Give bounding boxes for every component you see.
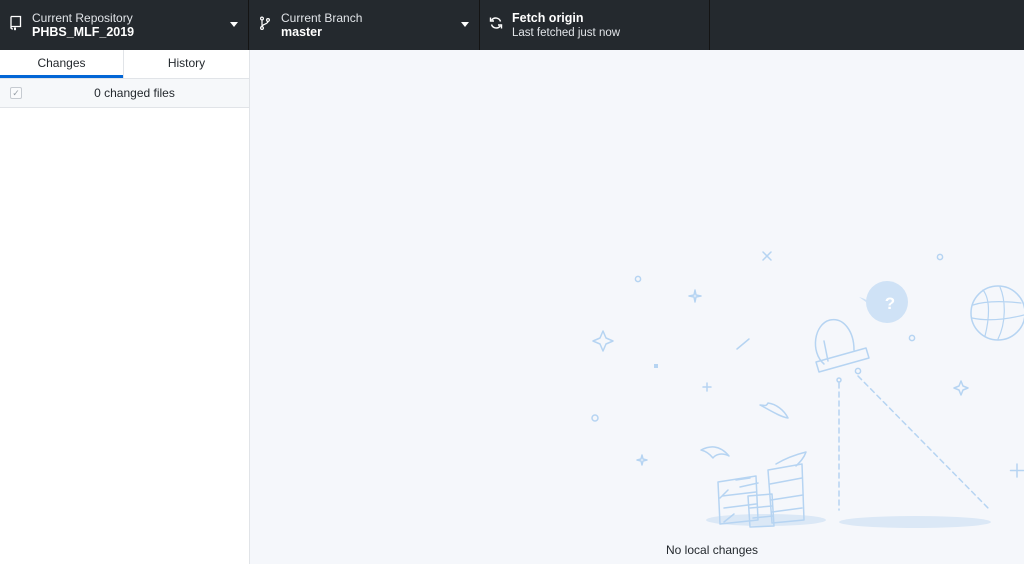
sparkle-icon [953,380,969,396]
dot-icon [591,414,599,422]
dot-icon [634,275,642,283]
branch-label: Current Branch [281,11,363,25]
current-branch-button[interactable]: Current Branch master [249,0,480,50]
plus-icon [702,382,712,392]
no-changes-illustration: ? [591,251,1024,528]
dot-icon [936,253,944,261]
branch-text: Current Branch master [281,11,362,40]
repository-name: PHBS_MLF_2019 [32,25,135,39]
git-branch-icon [259,16,271,31]
close-icon [762,251,772,261]
spotlight-icon [814,318,870,383]
repo-icon [10,15,22,31]
select-all-checkbox[interactable]: ✓ [10,87,22,99]
tab-history[interactable]: History [124,50,249,78]
fetch-origin-button[interactable]: Fetch origin Last fetched just now [480,0,710,50]
sparkle-icon [636,454,648,466]
sync-icon [489,17,503,29]
repository-label: Current Repository [32,11,133,25]
fetch-status: Last fetched just now [512,27,621,39]
fetch-label: Fetch origin [512,11,584,25]
planet-icon [970,285,1024,341]
leaf-icon [759,402,789,419]
fetch-text: Fetch origin Last fetched just now [512,11,620,40]
repository-text: Current Repository PHBS_MLF_2019 [32,11,134,40]
sidebar: Changes History ✓ 0 changed files [0,50,250,564]
dot-icon [908,334,916,342]
dot-icon [654,364,658,368]
current-repository-button[interactable]: Current Repository PHBS_MLF_2019 [0,0,249,50]
sparkle-icon [688,289,702,303]
tab-changes[interactable]: Changes [0,50,124,78]
chevron-down-icon [461,22,469,27]
no-local-changes-message: No local changes [666,543,759,557]
changed-files-count: 0 changed files [94,86,175,100]
question-mark-text: ? [885,294,895,313]
light-beam [857,375,991,511]
sparkle-icon [592,330,614,352]
changes-list-header: ✓ 0 changed files [0,79,249,108]
plus-icon [1009,463,1024,478]
chevron-down-icon [230,22,238,27]
app-toolbar: Current Repository PHBS_MLF_2019 Current… [0,0,1024,50]
sidebar-tabs: Changes History [0,50,249,79]
leaf-icon [700,446,730,459]
branch-name: master [281,25,322,39]
main-panel: ? No local changes [250,50,1024,564]
dash-icon [736,338,750,350]
